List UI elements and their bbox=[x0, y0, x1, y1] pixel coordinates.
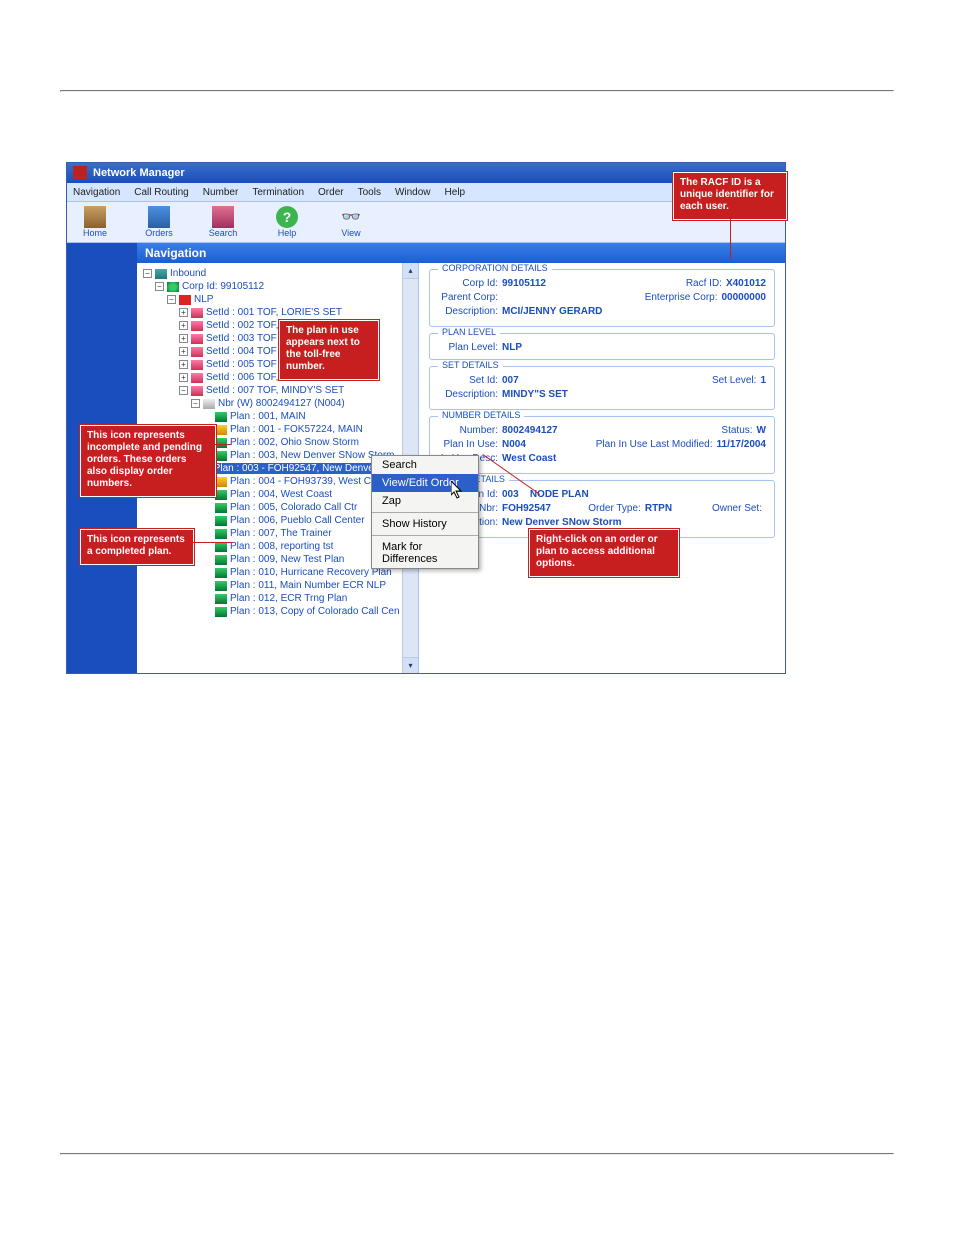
set-icon bbox=[191, 360, 203, 370]
set-icon bbox=[191, 334, 203, 344]
home-button[interactable]: Home bbox=[73, 206, 117, 238]
plan-icon bbox=[215, 529, 227, 539]
plan-icon bbox=[215, 490, 227, 500]
help-icon: ? bbox=[276, 206, 298, 228]
callout-right-click: Right-click on an order or plan to acces… bbox=[529, 529, 679, 577]
scroll-down-icon[interactable]: ▾ bbox=[403, 657, 418, 673]
corporation-details: CORPORATION DETAILS Corp Id:99105112 Rac… bbox=[429, 269, 775, 327]
app-icon bbox=[73, 166, 87, 180]
ctx-search[interactable]: Search bbox=[372, 456, 478, 474]
callout-incomplete-orders: This icon represents incomplete and pend… bbox=[80, 425, 216, 497]
tree-node-number[interactable]: −Nbr (W) 8002494127 (N004) bbox=[141, 397, 418, 410]
set-icon bbox=[191, 308, 203, 318]
set-icon bbox=[191, 347, 203, 357]
menu-tools[interactable]: Tools bbox=[358, 187, 381, 198]
plan-icon bbox=[215, 516, 227, 526]
help-button[interactable]: ? Help bbox=[265, 206, 309, 238]
tree-node-nlp[interactable]: − NLP bbox=[141, 293, 418, 306]
tree-node-set[interactable]: +SetId : 001 TOF, LORIE'S SET bbox=[141, 306, 418, 319]
plan-icon bbox=[215, 607, 227, 617]
plan-icon bbox=[215, 555, 227, 565]
navigation-panel-header: Navigation bbox=[137, 243, 785, 263]
globe-icon bbox=[167, 282, 179, 292]
plan-icon bbox=[215, 594, 227, 604]
menu-order[interactable]: Order bbox=[318, 187, 344, 198]
context-menu: Search View/Edit Order Zap Show History … bbox=[371, 455, 479, 569]
bottom-rule bbox=[60, 1153, 894, 1155]
number-icon bbox=[203, 399, 215, 409]
nlp-icon bbox=[179, 295, 191, 305]
number-details: NUMBER DETAILS Number:8002494127 Status:… bbox=[429, 416, 775, 474]
order-icon bbox=[215, 425, 227, 435]
callout-completed-plan: This icon represents a completed plan. bbox=[80, 529, 194, 565]
home-icon bbox=[84, 206, 106, 228]
set-icon bbox=[191, 321, 203, 331]
top-rule bbox=[60, 90, 894, 92]
plan-level: PLAN LEVEL Plan Level:NLP bbox=[429, 333, 775, 360]
plan-icon bbox=[215, 581, 227, 591]
orders-button[interactable]: Orders bbox=[137, 206, 181, 238]
orders-icon bbox=[148, 206, 170, 228]
app-window: Network Manager Navigation Call Routing … bbox=[66, 162, 786, 674]
menu-number[interactable]: Number bbox=[203, 187, 239, 198]
tree-node-set[interactable]: −SetId : 007 TOF, MINDY'S SET bbox=[141, 384, 418, 397]
tree-node-plan[interactable]: Plan : 013, Copy of Colorado Call Cen bbox=[141, 605, 418, 618]
ctx-separator bbox=[372, 535, 478, 536]
tree-node-plan[interactable]: Plan : 001, MAIN bbox=[141, 410, 418, 423]
search-icon bbox=[212, 206, 234, 228]
plan-icon bbox=[215, 568, 227, 578]
menu-help[interactable]: Help bbox=[445, 187, 466, 198]
menu-navigation[interactable]: Navigation bbox=[73, 187, 120, 198]
ctx-zap[interactable]: Zap bbox=[372, 492, 478, 510]
tree-node-corp[interactable]: − Corp Id: 99105112 bbox=[141, 280, 418, 293]
menu-call-routing[interactable]: Call Routing bbox=[134, 187, 188, 198]
plan-icon bbox=[215, 438, 227, 448]
callout-racf: The RACF ID is a unique identifier for e… bbox=[673, 172, 787, 220]
menu-termination[interactable]: Termination bbox=[252, 187, 304, 198]
set-details: SET DETAILS Set Id:007 Set Level:1 Descr… bbox=[429, 366, 775, 410]
ctx-show-history[interactable]: Show History bbox=[372, 515, 478, 533]
scroll-up-icon[interactable]: ▴ bbox=[403, 263, 418, 279]
plan-icon bbox=[215, 503, 227, 513]
ctx-mark-differences[interactable]: Mark for Differences bbox=[372, 538, 478, 568]
search-button[interactable]: Search bbox=[201, 206, 245, 238]
plan-icon bbox=[215, 412, 227, 422]
ctx-separator bbox=[372, 512, 478, 513]
set-icon bbox=[191, 386, 203, 396]
callout-plan-in-use: The plan in use appears next to the toll… bbox=[279, 320, 379, 380]
menu-window[interactable]: Window bbox=[395, 187, 431, 198]
tree-node-plan[interactable]: Plan : 011, Main Number ECR NLP bbox=[141, 579, 418, 592]
window-title: Network Manager bbox=[93, 167, 185, 179]
ctx-view-edit-order[interactable]: View/Edit Order bbox=[372, 474, 478, 492]
set-icon bbox=[191, 373, 203, 383]
order-icon bbox=[215, 477, 227, 487]
glasses-icon: 👓 bbox=[340, 206, 362, 228]
inbound-icon bbox=[155, 269, 167, 279]
tree-node-plan[interactable]: Plan : 012, ECR Trng Plan bbox=[141, 592, 418, 605]
view-button[interactable]: 👓 View bbox=[329, 206, 373, 238]
plan-icon bbox=[215, 542, 227, 552]
plan-icon bbox=[215, 451, 227, 461]
tree-node-inbound[interactable]: − Inbound bbox=[141, 267, 418, 280]
